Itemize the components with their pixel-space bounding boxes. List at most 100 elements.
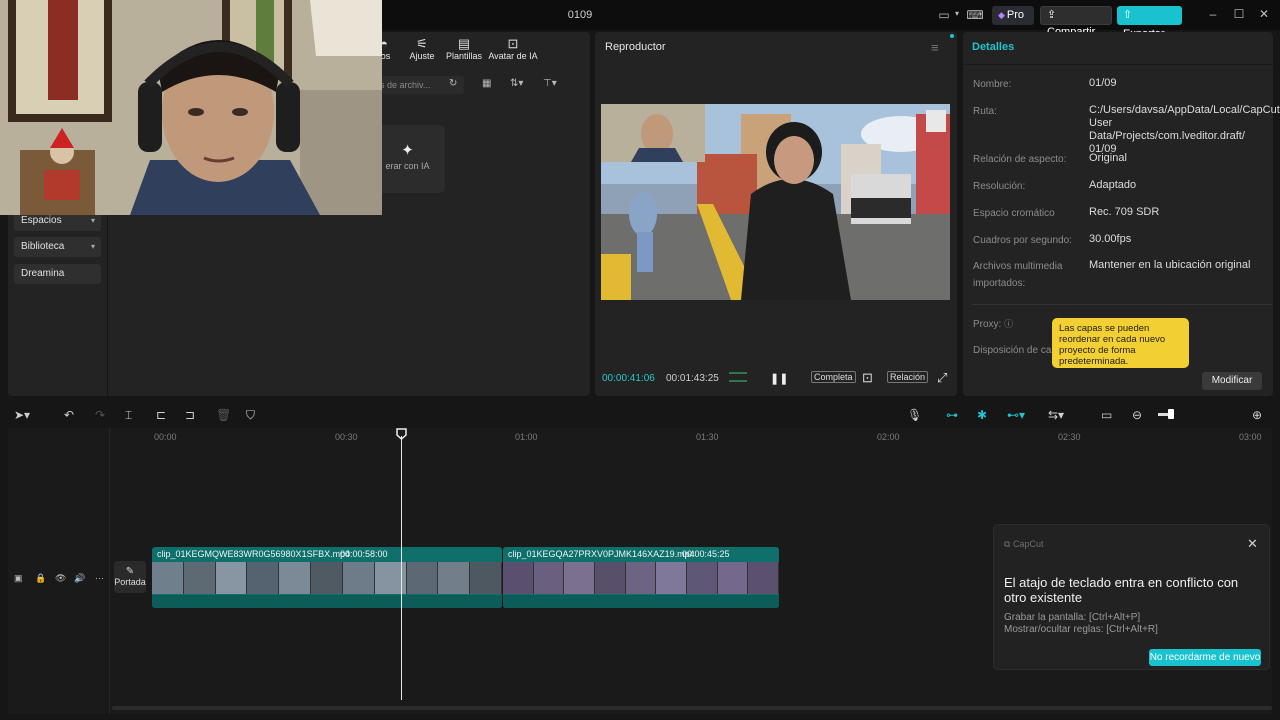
cover-button[interactable]: ✎ Portada xyxy=(114,561,146,593)
help-icon[interactable]: ⓘ xyxy=(1004,319,1013,329)
audio-meter-icon xyxy=(729,372,747,382)
ruler-tick: 03:00 xyxy=(1239,432,1262,442)
zoom-slider-handle[interactable] xyxy=(1168,409,1174,419)
tooltip: Las capas se pueden reordenar en cada nu… xyxy=(1052,318,1189,368)
divider xyxy=(972,304,1272,305)
capcut-logo-icon: ⧉ xyxy=(1004,539,1013,549)
preview-axis-icon[interactable]: ⇆▾ xyxy=(1048,408,1064,422)
notification-text: Grabar la pantalla: [Ctrl+Alt+P] xyxy=(1004,612,1141,623)
delete-icon[interactable]: 🗑 xyxy=(216,408,231,422)
detail-label: Espacio cromático xyxy=(973,208,1055,219)
tab-templates[interactable]: ▤ Plantillas xyxy=(444,36,484,61)
zoom-in-icon[interactable]: ⊕ xyxy=(1252,408,1262,422)
playhead-handle[interactable] xyxy=(396,428,407,440)
cover-label: Portada xyxy=(114,577,146,587)
video-preview[interactable] xyxy=(601,104,950,300)
microphone-icon[interactable]: 🎙 xyxy=(907,408,922,422)
clip-duration: 00:00:45:25 xyxy=(682,549,730,559)
volume-icon[interactable]: 🔊 xyxy=(74,573,85,584)
lock-icon[interactable]: 🔒 xyxy=(35,573,46,584)
zoom-out-icon[interactable]: ⊖ xyxy=(1132,408,1142,422)
tab-adjust[interactable]: ⚟ Ajuste xyxy=(406,36,438,61)
chevron-down-icon: ▾ xyxy=(90,242,95,251)
fullscreen-icon[interactable]: ⤢ xyxy=(937,370,947,386)
share-button[interactable]: ⇪ Compartir xyxy=(1040,6,1112,38)
modify-button[interactable]: Modificar xyxy=(1202,372,1262,390)
diamond-icon: ◆ xyxy=(998,10,1005,20)
grid-view-icon[interactable]: ▦ xyxy=(482,78,491,89)
detail-label: Nombre: xyxy=(973,79,1012,90)
redo-icon[interactable]: ↷ xyxy=(95,408,105,422)
sliders-icon: ⚟ xyxy=(416,36,428,51)
sidebar-item-dreamina[interactable]: Dreamina xyxy=(14,264,101,284)
detail-value: Rec. 709 SDR xyxy=(1089,206,1160,218)
undo-icon[interactable]: ↶ xyxy=(64,408,74,422)
full-quality-button[interactable]: Completa xyxy=(811,371,856,383)
trim-right-icon[interactable]: ⊐ xyxy=(185,408,195,422)
eye-icon[interactable]: 👁 xyxy=(55,573,66,584)
select-tool-icon[interactable]: ➤▾ xyxy=(14,408,30,422)
ruler-tick: 01:00 xyxy=(515,432,538,442)
detail-value: 30.00fps xyxy=(1089,233,1132,245)
close-icon[interactable]: ✕ xyxy=(1256,7,1272,21)
sidebar-item-label: Dreamina xyxy=(21,268,65,279)
timeline-clip[interactable]: clip_01KEGMQWE83WR0G56980X1SFBX.mp4 00:0… xyxy=(152,547,502,608)
preview-frame xyxy=(601,104,950,300)
sidebar-item-library[interactable]: Biblioteca ▾ xyxy=(14,237,101,257)
capcut-window: 0109 ▭ ▾ ⌨ ◆Pro ⇪ Compartir ⇧ Exportar –… xyxy=(0,0,1280,720)
layout-icon[interactable]: ▭ xyxy=(935,8,953,22)
linkage-icon[interactable]: ⊷▾ xyxy=(1007,408,1025,422)
tab-label: Avatar de IA xyxy=(488,51,538,61)
clip-name: clip_01KEGMQWE83WR0G56980X1SFBX.mp4 xyxy=(157,549,351,559)
keyboard-icon[interactable]: ⌨ xyxy=(966,8,984,22)
dont-remind-button[interactable]: No recordarme de nuevo xyxy=(1149,649,1261,666)
audio-waveform xyxy=(152,595,502,608)
notification-title: El atajo de teclado entra en conflicto c… xyxy=(1004,575,1239,605)
detail-value: Mantener en la ubicación original xyxy=(1089,259,1251,271)
pencil-icon: ✎ xyxy=(125,566,135,577)
detail-label: Cuadros por segundo: xyxy=(973,235,1072,246)
aspect-ratio-button[interactable]: Relación xyxy=(887,371,929,383)
pro-button[interactable]: ◆ Pro xyxy=(992,6,1034,25)
sort-icon[interactable]: ⇅▾ xyxy=(510,78,523,89)
filter-icon[interactable]: ⊤▾ xyxy=(543,78,557,89)
notification-text: Mostrar/ocultar reglas: [Ctrl+Alt+R] xyxy=(1004,624,1158,635)
avatar-icon: ⊡ xyxy=(507,36,519,51)
ruler-tick: 00:00 xyxy=(154,432,177,442)
screen-icon[interactable]: ▭ xyxy=(1101,408,1112,422)
templates-icon: ▤ xyxy=(457,36,471,51)
horizontal-scrollbar[interactable] xyxy=(112,706,1272,710)
detail-label: Disposición de ca xyxy=(973,345,1052,356)
playhead[interactable] xyxy=(401,436,402,700)
refresh-icon[interactable]: ↻ xyxy=(449,78,457,89)
track-frame-icon[interactable]: ▣ xyxy=(14,573,23,584)
detail-value: Adaptado xyxy=(1089,179,1137,191)
snap-icon[interactable]: ✱ xyxy=(977,408,987,422)
more-icon[interactable]: ⋯ xyxy=(95,573,104,584)
chevron-down-icon[interactable]: ▾ xyxy=(955,9,959,18)
split-icon[interactable]: ⌶ xyxy=(125,408,132,423)
clip-thumbnails xyxy=(503,562,779,594)
detail-label: Archivos multimedia importados: xyxy=(973,261,1063,289)
export-button[interactable]: ⇧ Exportar xyxy=(1117,6,1182,40)
snapshot-icon[interactable]: ⊡ xyxy=(862,370,873,386)
menu-icon[interactable]: ≡ xyxy=(931,40,939,55)
notification-brand: ⧉ CapCut xyxy=(1004,539,1043,550)
total-time: 00:01:43:25 xyxy=(666,373,719,384)
trim-left-icon[interactable]: ⊏ xyxy=(156,408,166,422)
minimize-icon[interactable]: – xyxy=(1205,7,1221,21)
detail-value: 01/09 xyxy=(1089,77,1117,89)
pause-icon[interactable]: ❚❚ xyxy=(770,372,788,385)
clip-thumbnails xyxy=(152,562,502,594)
maximize-icon[interactable]: ☐ xyxy=(1231,7,1247,21)
proxy-label: Proxy: xyxy=(973,319,1002,330)
marker-icon[interactable]: ⛉ xyxy=(246,408,255,423)
timeline-clip[interactable]: clip_01KEGQA27PRXV0PJMK146XAZ19.mp4 00:0… xyxy=(503,547,779,608)
divider xyxy=(963,64,1273,65)
link-clips-icon[interactable]: ⊶ xyxy=(946,408,958,422)
tab-ai-avatar[interactable]: ⊡ Avatar de IA xyxy=(488,36,538,61)
status-dot xyxy=(950,34,954,38)
close-icon[interactable]: ✕ xyxy=(1247,536,1258,552)
timeline-toolbar xyxy=(8,402,1272,428)
detail-label: Ruta: xyxy=(973,106,997,117)
